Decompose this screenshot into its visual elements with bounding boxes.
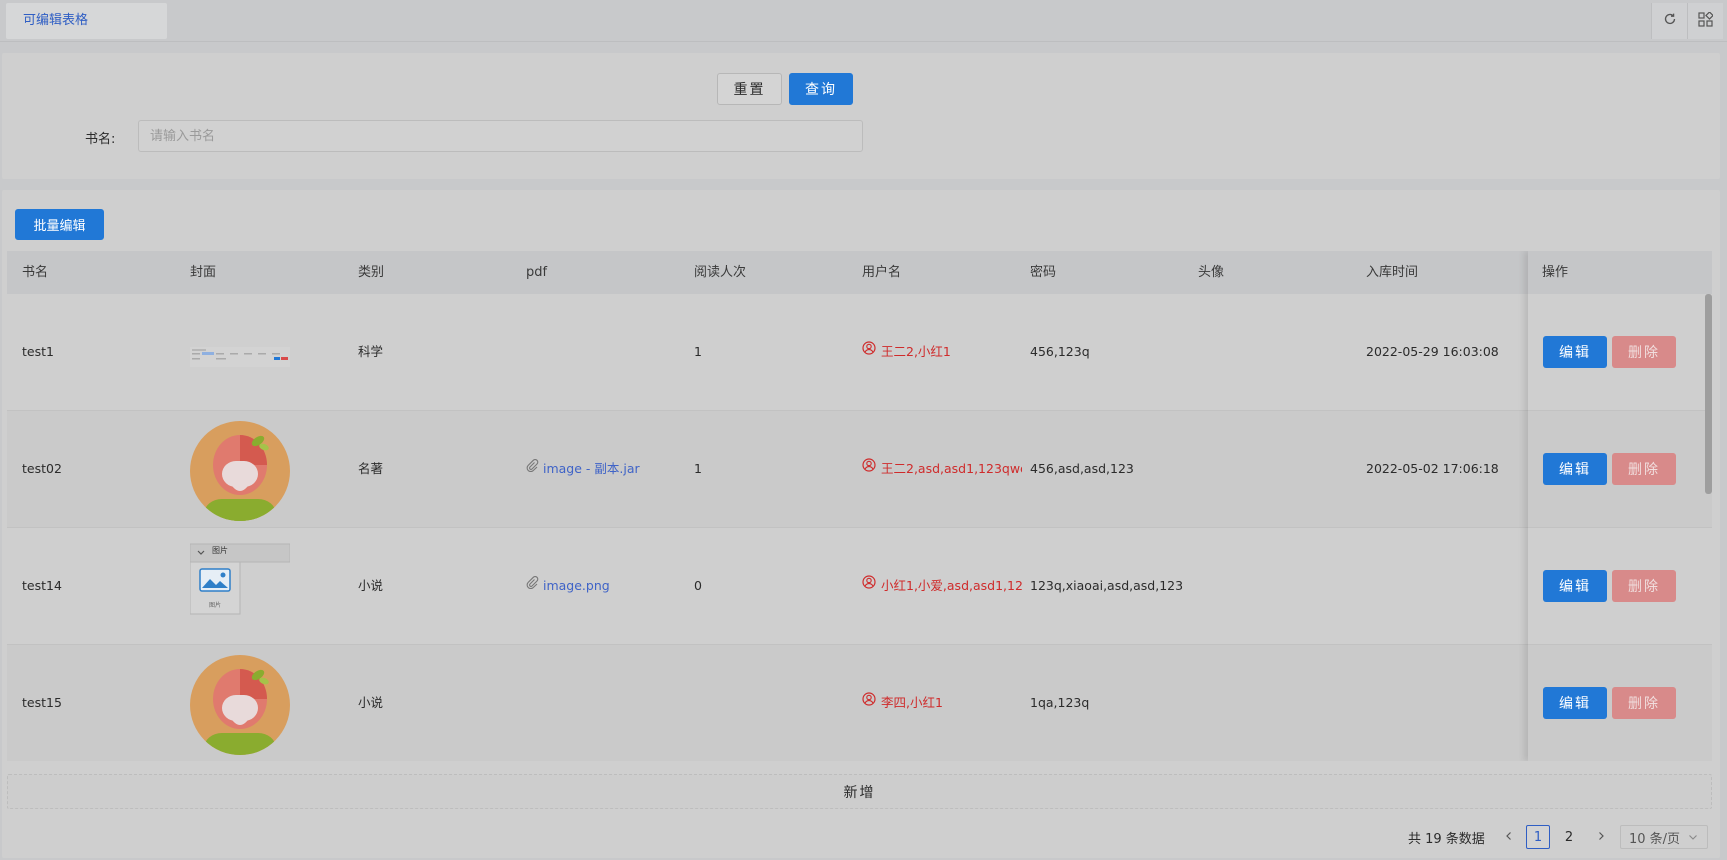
user-circle-icon xyxy=(862,645,876,760)
table-row: test02 名著 image - 副本.jar 1 王二2,asd,asd1,… xyxy=(7,411,1712,528)
tab-bar: 可编辑表格 xyxy=(0,0,1727,42)
table-scrollbar[interactable] xyxy=(1705,294,1712,494)
avatar-girl-icon xyxy=(190,421,290,521)
pagination-total: 共 19 条数据 xyxy=(1408,832,1485,847)
cell-bookname: test02 xyxy=(22,461,62,476)
delete-button[interactable]: 删除 xyxy=(1612,570,1676,602)
user-circle-icon xyxy=(862,294,876,409)
page-size-select[interactable]: 10 条/页 xyxy=(1620,825,1708,849)
user-circle-icon xyxy=(862,528,876,643)
column-header-avatar: 头像 xyxy=(1198,265,1225,280)
page-1-button[interactable]: 1 xyxy=(1526,825,1550,849)
username-text: 小红1,小爱,asd,asd1,123 xyxy=(881,578,1022,593)
table-row: test14 图片 图片 小说 image.png 0 小红1,小爱,asd,a… xyxy=(7,528,1712,645)
reset-button[interactable]: 重置 xyxy=(717,73,782,105)
search-panel: 重置 查询 书名: xyxy=(2,53,1720,179)
paperclip-icon xyxy=(526,411,539,526)
query-button[interactable]: 查询 xyxy=(789,73,853,105)
cell-username: 小红1,小爱,asd,asd1,123 xyxy=(862,528,1022,644)
cell-username: 李四,小红1 xyxy=(862,645,1022,761)
cell-pdf-link[interactable]: image.png xyxy=(526,528,610,644)
column-header-actions: 操作 xyxy=(1528,251,1712,294)
table-row: test1 科学 1 王二2,小红1 456,123q 2022-05-29 1… xyxy=(7,294,1712,411)
chevron-left-icon xyxy=(1504,830,1514,845)
cell-username: 王二2,小红1 xyxy=(862,294,1022,410)
edit-button[interactable]: 编辑 xyxy=(1543,453,1607,485)
cell-password: 1qa,123q xyxy=(1030,695,1090,710)
cell-category: 小说 xyxy=(358,578,384,593)
delete-button[interactable]: 删除 xyxy=(1612,336,1676,368)
pdf-filename[interactable]: image - 副本.jar xyxy=(543,461,640,476)
delete-button[interactable]: 删除 xyxy=(1612,687,1676,719)
action-cell: 编辑 删除 xyxy=(1528,294,1712,411)
grid-icon xyxy=(1698,10,1714,31)
user-circle-icon xyxy=(862,411,876,526)
cell-category: 科学 xyxy=(358,344,384,359)
layout-button[interactable] xyxy=(1687,3,1723,39)
image-caption: 图片 xyxy=(209,602,222,609)
add-row-button[interactable]: 新增 xyxy=(7,774,1712,809)
cover-thumbnail[interactable] xyxy=(190,304,290,404)
screenshot-thumbnail-icon xyxy=(190,347,290,367)
column-header-time: 入库时间 xyxy=(1366,265,1419,280)
image-placeholder-icon xyxy=(189,543,291,615)
username-text: 王二2,小红1 xyxy=(881,344,951,359)
cell-username: 王二2,asd,asd1,123qwe xyxy=(862,411,1022,527)
column-header-pdf: pdf xyxy=(526,265,548,280)
cell-reads: 1 xyxy=(694,344,702,359)
bookname-label: 书名: xyxy=(85,132,116,147)
page-2-button[interactable]: 2 xyxy=(1557,825,1581,849)
column-header-username: 用户名 xyxy=(862,265,902,280)
cell-bookname: test14 xyxy=(22,578,62,593)
cell-reads: 1 xyxy=(694,461,702,476)
action-cell: 编辑 删除 xyxy=(1528,411,1712,528)
cell-password: 456,123q xyxy=(1030,344,1090,359)
cell-bookname: test1 xyxy=(22,344,54,359)
table-panel: 批量编辑 书名 封面 类别 pdf 阅读人次 用户名 密码 头像 入库时间 te… xyxy=(2,190,1720,858)
column-header-cover: 封面 xyxy=(190,265,217,280)
data-table: 书名 封面 类别 pdf 阅读人次 用户名 密码 头像 入库时间 test1 科… xyxy=(7,251,1712,761)
cover-thumbnail[interactable] xyxy=(190,421,290,521)
paperclip-icon xyxy=(526,528,539,643)
cell-password: 123q,xiaoai,asd,asd,123 xyxy=(1030,578,1184,593)
action-column: 操作 编辑 删除 编辑 删除 编辑 删除 编辑 删除 xyxy=(1528,251,1712,761)
cell-time: 2022-05-02 17:06:18 xyxy=(1366,461,1499,476)
tab-editable-table[interactable]: 可编辑表格 xyxy=(6,3,167,39)
edit-button[interactable]: 编辑 xyxy=(1543,336,1607,368)
column-header-bookname: 书名 xyxy=(22,265,49,280)
cell-password: 456,asd,asd,123 xyxy=(1030,461,1134,476)
edit-button[interactable]: 编辑 xyxy=(1543,570,1607,602)
table-header: 书名 封面 类别 pdf 阅读人次 用户名 密码 头像 入库时间 xyxy=(7,251,1712,294)
page-size-value: 10 条/页 xyxy=(1629,831,1681,847)
chevron-right-icon xyxy=(1596,830,1606,845)
table-row: test15 小说 李四,小红1 1qa,123q xyxy=(7,645,1712,761)
cell-category: 小说 xyxy=(358,695,384,710)
pdf-filename[interactable]: image.png xyxy=(543,578,610,593)
refresh-button[interactable] xyxy=(1651,3,1687,39)
action-cell: 编辑 删除 xyxy=(1528,645,1712,761)
batch-edit-button[interactable]: 批量编辑 xyxy=(15,209,104,240)
cell-time: 2022-05-29 16:03:08 xyxy=(1366,344,1499,359)
column-header-category: 类别 xyxy=(358,265,385,280)
cell-bookname: test15 xyxy=(22,695,62,710)
column-header-password: 密码 xyxy=(1030,265,1057,280)
next-page-button[interactable] xyxy=(1589,825,1613,849)
cell-pdf-link[interactable]: image - 副本.jar xyxy=(526,411,640,527)
avatar-girl-icon xyxy=(190,655,290,755)
bookname-input[interactable] xyxy=(138,120,863,152)
refresh-icon xyxy=(1663,12,1677,30)
image-panel-title: 图片 xyxy=(212,546,228,555)
cover-thumbnail[interactable] xyxy=(190,655,290,755)
action-cell: 编辑 删除 xyxy=(1528,528,1712,645)
delete-button[interactable]: 删除 xyxy=(1612,453,1676,485)
cover-thumbnail[interactable]: 图片 图片 xyxy=(189,538,291,638)
prev-page-button[interactable] xyxy=(1497,825,1521,849)
edit-button[interactable]: 编辑 xyxy=(1543,687,1607,719)
column-header-reads: 阅读人次 xyxy=(694,265,747,280)
cell-reads: 0 xyxy=(694,578,702,593)
cell-category: 名著 xyxy=(358,461,384,476)
username-text: 李四,小红1 xyxy=(881,695,943,710)
username-text: 王二2,asd,asd1,123qwe xyxy=(881,461,1022,476)
chevron-down-icon xyxy=(1688,832,1698,842)
